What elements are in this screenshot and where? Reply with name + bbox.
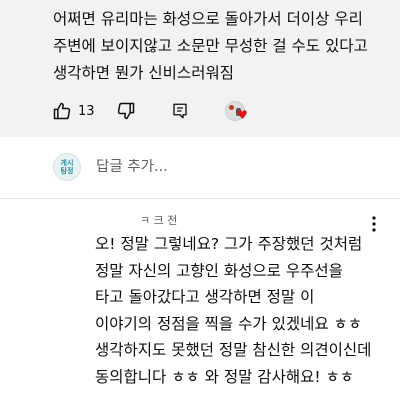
heart-icon: ♥ — [237, 108, 248, 122]
divider — [0, 198, 400, 199]
thumbs-down-icon — [116, 101, 136, 121]
thumbs-up-icon — [52, 101, 72, 121]
parent-comment: 어쩌면 유리마는 화성으로 돌아가서 더이상 우리 주변에 보이지않고 소문만 … — [0, 0, 400, 137]
reply-author-avatar[interactable] — [54, 216, 76, 238]
reply-line: 이야기의 정점을 찍을 수가 있겠네요 ㅎㅎ — [95, 314, 363, 333]
reply-line: 동의합니다 ㅎㅎ 와 정말 감사해요! ㅎㅎ — [95, 367, 355, 386]
reply-icon — [171, 102, 189, 120]
reply-button[interactable] — [171, 99, 189, 123]
like-button[interactable]: 13 — [52, 99, 95, 123]
reply-meta: ㅋ 크 전 — [140, 214, 178, 227]
reply-line: 생각하지도 못했던 정말 참신한 의견이신데 — [95, 341, 372, 359]
parent-comment-text: 어쩌면 유리마는 화성으로 돌아가서 더이상 우리 주변에 보이지않고 소문만 … — [53, 6, 393, 87]
reply-line: 정말 자신의 고향인 화성으로 우주선을 — [95, 261, 343, 280]
reply-line: 오! 정말 그렇네요? 그가 주장했던 것처럼 — [95, 235, 363, 253]
parent-comment-line: 생각하면 뭔가 신비스러워짐 — [53, 64, 234, 82]
parent-comment-line: 주변에 보이지않고 소문만 무성한 걸 수도 있다고 — [53, 37, 368, 55]
avatar-text-line: 게시 — [60, 159, 74, 167]
avatar-text-line: 탐정 — [60, 167, 74, 175]
reply-line: 타고 돌아갔다고 생각하면 정말 이 — [95, 288, 315, 306]
avatar: 게시 탐정 — [53, 153, 81, 181]
reply-comment: ㅋ 크 전 오! 정말 그렇네요? 그가 주장했던 것처럼 정말 자신의 고향인… — [0, 204, 400, 416]
parent-comment-line: 어쩌면 유리마는 화성으로 돌아가서 더이상 우리 — [53, 10, 363, 28]
comment-actions: 13 ♥ — [0, 99, 400, 123]
like-count: 13 — [78, 103, 95, 119]
reply-input[interactable] — [96, 159, 376, 175]
dislike-button[interactable] — [116, 99, 136, 123]
creator-heart: ♥ — [225, 99, 248, 123]
reply-text: 오! 정말 그렇네요? 그가 주장했던 것처럼 정말 자신의 고향인 화성으로 … — [95, 231, 395, 390]
add-reply-row: 게시 탐정 — [0, 145, 400, 193]
